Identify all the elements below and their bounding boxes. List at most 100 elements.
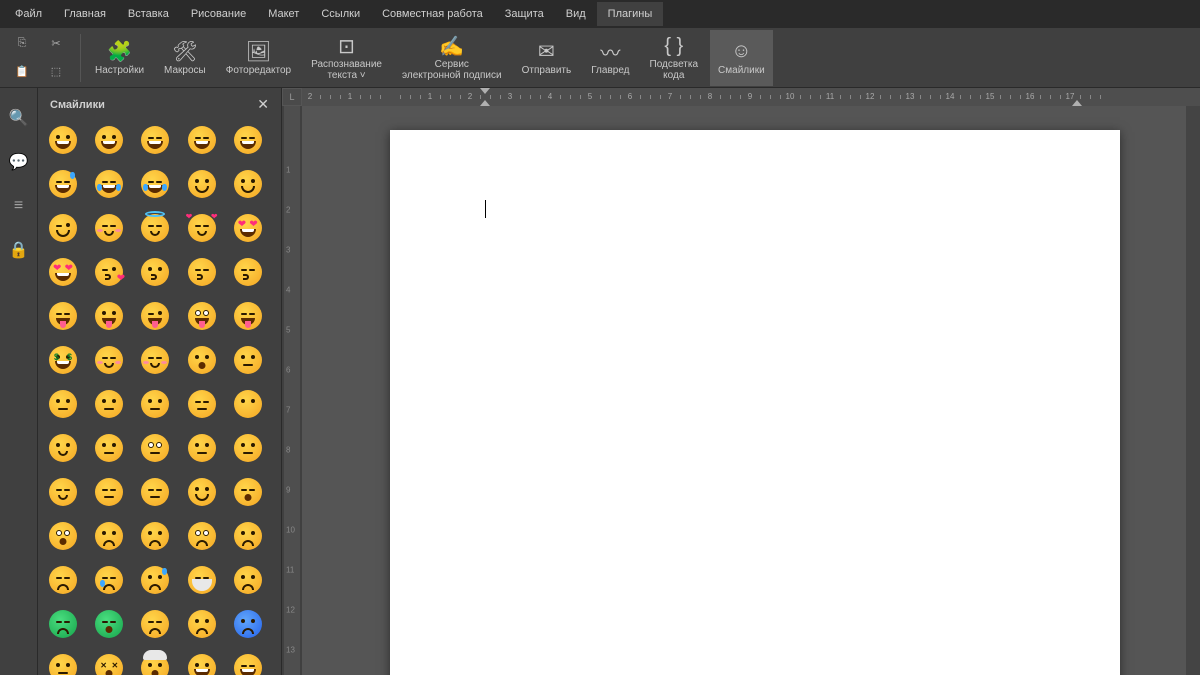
emoji-innocent[interactable] (140, 213, 170, 243)
emoji-wink-tongue[interactable] (140, 301, 170, 331)
emoji-grimacing[interactable] (187, 433, 217, 463)
emoji-kissing-closed[interactable] (187, 257, 217, 287)
image-edit-button[interactable]: 🖼Фоторедактор (218, 30, 299, 86)
emoji-crying[interactable] (94, 565, 124, 595)
emoji-nauseated[interactable] (48, 609, 78, 639)
select-button[interactable]: ⬚ (44, 60, 68, 84)
emoji-smirk[interactable] (48, 433, 78, 463)
emoji-expressionless[interactable] (187, 389, 217, 419)
vertical-scrollbar[interactable] (1186, 106, 1200, 675)
emoji-hand-over-mouth[interactable] (140, 345, 170, 375)
emoji-sad[interactable] (48, 565, 78, 595)
emoji-wink[interactable] (48, 213, 78, 243)
emoji-vomiting[interactable] (94, 609, 124, 639)
emoji-frowning[interactable] (94, 521, 124, 551)
toolbar-label: Макросы (164, 65, 206, 77)
ocr-button[interactable]: ⊡Распознаваниетекста ˅ (303, 30, 390, 86)
emoji-money-mouth[interactable]: $$ (48, 345, 78, 375)
emoji-pensive[interactable] (94, 477, 124, 507)
emoji-grin[interactable] (187, 125, 217, 155)
emoji-grinning[interactable] (48, 125, 78, 155)
emoji-cowboy[interactable] (187, 653, 217, 675)
emoji-zipper[interactable] (48, 389, 78, 419)
emoji-sneezing[interactable] (140, 609, 170, 639)
emoji-relieved[interactable] (48, 477, 78, 507)
emoji-sleepy[interactable] (140, 477, 170, 507)
emoji-sweat-smile[interactable] (48, 169, 78, 199)
document-page[interactable] (390, 130, 1120, 675)
emoji-heart-eyes[interactable] (233, 213, 263, 243)
emoji-smiling-hearts[interactable]: ❤❤ (187, 213, 217, 243)
emoji-star-struck[interactable] (48, 257, 78, 287)
emoji-joy[interactable] (140, 169, 170, 199)
emoji-hot[interactable] (187, 609, 217, 639)
emoji-unamused[interactable] (94, 433, 124, 463)
lock-icon[interactable]: 🔒 (9, 240, 29, 260)
emoji-cold-sweat[interactable] (140, 565, 170, 595)
emoji-yum[interactable] (48, 301, 78, 331)
emoji-kissing-heart[interactable]: ❤ (94, 257, 124, 287)
emoji-thermometer[interactable] (233, 565, 263, 595)
emoji-anguished[interactable] (140, 521, 170, 551)
emoji-kissing[interactable] (140, 257, 170, 287)
emoji-rofl[interactable] (94, 169, 124, 199)
signature-button[interactable]: ✍Сервисэлектронной подписи (394, 30, 510, 86)
emoji-fearful[interactable] (187, 521, 217, 551)
emoji-cold[interactable] (233, 609, 263, 639)
swoosh-button[interactable]: 〰Главред (583, 30, 637, 86)
search-icon[interactable]: 🔍 (9, 108, 29, 128)
emoji-raised-eyebrow[interactable] (94, 389, 124, 419)
emoji-no-mouth[interactable] (233, 389, 263, 419)
menu-плагины[interactable]: Плагины (597, 2, 664, 26)
emoji-dizzy[interactable]: ✕✕ (94, 653, 124, 675)
braces-button[interactable]: { }Подсветкакода (642, 30, 707, 86)
emoji-lying[interactable] (233, 433, 263, 463)
emoji-kissing-smiling[interactable] (233, 257, 263, 287)
copy-button[interactable]: ⎘ (10, 32, 34, 56)
ruler-mark: 9 (286, 486, 290, 495)
emoji-worried[interactable] (233, 521, 263, 551)
emoji-squint-tongue[interactable] (233, 301, 263, 331)
cut-button[interactable]: ✂ (44, 32, 68, 56)
emoji-mask[interactable] (187, 565, 217, 595)
emoji-thinking[interactable] (233, 345, 263, 375)
menu-ссылки[interactable]: Ссылки (310, 2, 371, 26)
menu-рисование[interactable]: Рисование (180, 2, 257, 26)
indent-marker-bottom[interactable] (480, 100, 490, 106)
emoji-hugging[interactable] (94, 345, 124, 375)
menu-вид[interactable]: Вид (555, 2, 597, 26)
emoji-smiley[interactable] (94, 125, 124, 155)
emoji-slightly-smiling[interactable] (187, 169, 217, 199)
emoji-blush[interactable] (94, 213, 124, 243)
emoji-astonished[interactable] (48, 521, 78, 551)
menu-файл[interactable]: Файл (4, 2, 53, 26)
paste-button[interactable]: 📋 (10, 60, 34, 84)
emoji-shushing[interactable] (187, 345, 217, 375)
horizontal-ruler[interactable]: 211234567891011121314151617 (302, 88, 1200, 106)
emoji-tongue-out[interactable] (94, 301, 124, 331)
menu-совместная работа[interactable]: Совместная работа (371, 2, 494, 26)
emoji-neutral[interactable] (140, 389, 170, 419)
emoji-upside-down[interactable] (233, 169, 263, 199)
emoji-zany[interactable] (187, 301, 217, 331)
emoji-woozy[interactable] (48, 653, 78, 675)
headings-icon[interactable]: ≡ (9, 196, 29, 216)
menu-главная[interactable]: Главная (53, 2, 117, 26)
menu-защита[interactable]: Защита (494, 2, 555, 26)
emoji-smile[interactable] (140, 125, 170, 155)
envelope-button[interactable]: ✉Отправить (514, 30, 580, 86)
menu-вставка[interactable]: Вставка (117, 2, 180, 26)
emoji-exploding[interactable] (140, 653, 170, 675)
menu-макет[interactable]: Макет (257, 2, 310, 26)
indent-marker-top[interactable] (480, 88, 490, 94)
comments-icon[interactable]: 💬 (9, 152, 29, 172)
emoji-partying[interactable] (233, 653, 263, 675)
emoji-drooling[interactable] (187, 477, 217, 507)
emoji-rolling-eyes[interactable] (140, 433, 170, 463)
emoji-heart-button[interactable]: ☺Смайлики (710, 30, 773, 86)
tools-button[interactable]: 🛠Макросы (156, 30, 214, 86)
emoji-sleeping[interactable] (233, 477, 263, 507)
emoji-laughing[interactable] (233, 125, 263, 155)
close-icon[interactable]: ✕ (257, 96, 269, 113)
puzzle-button[interactable]: 🧩Настройки (87, 30, 152, 86)
